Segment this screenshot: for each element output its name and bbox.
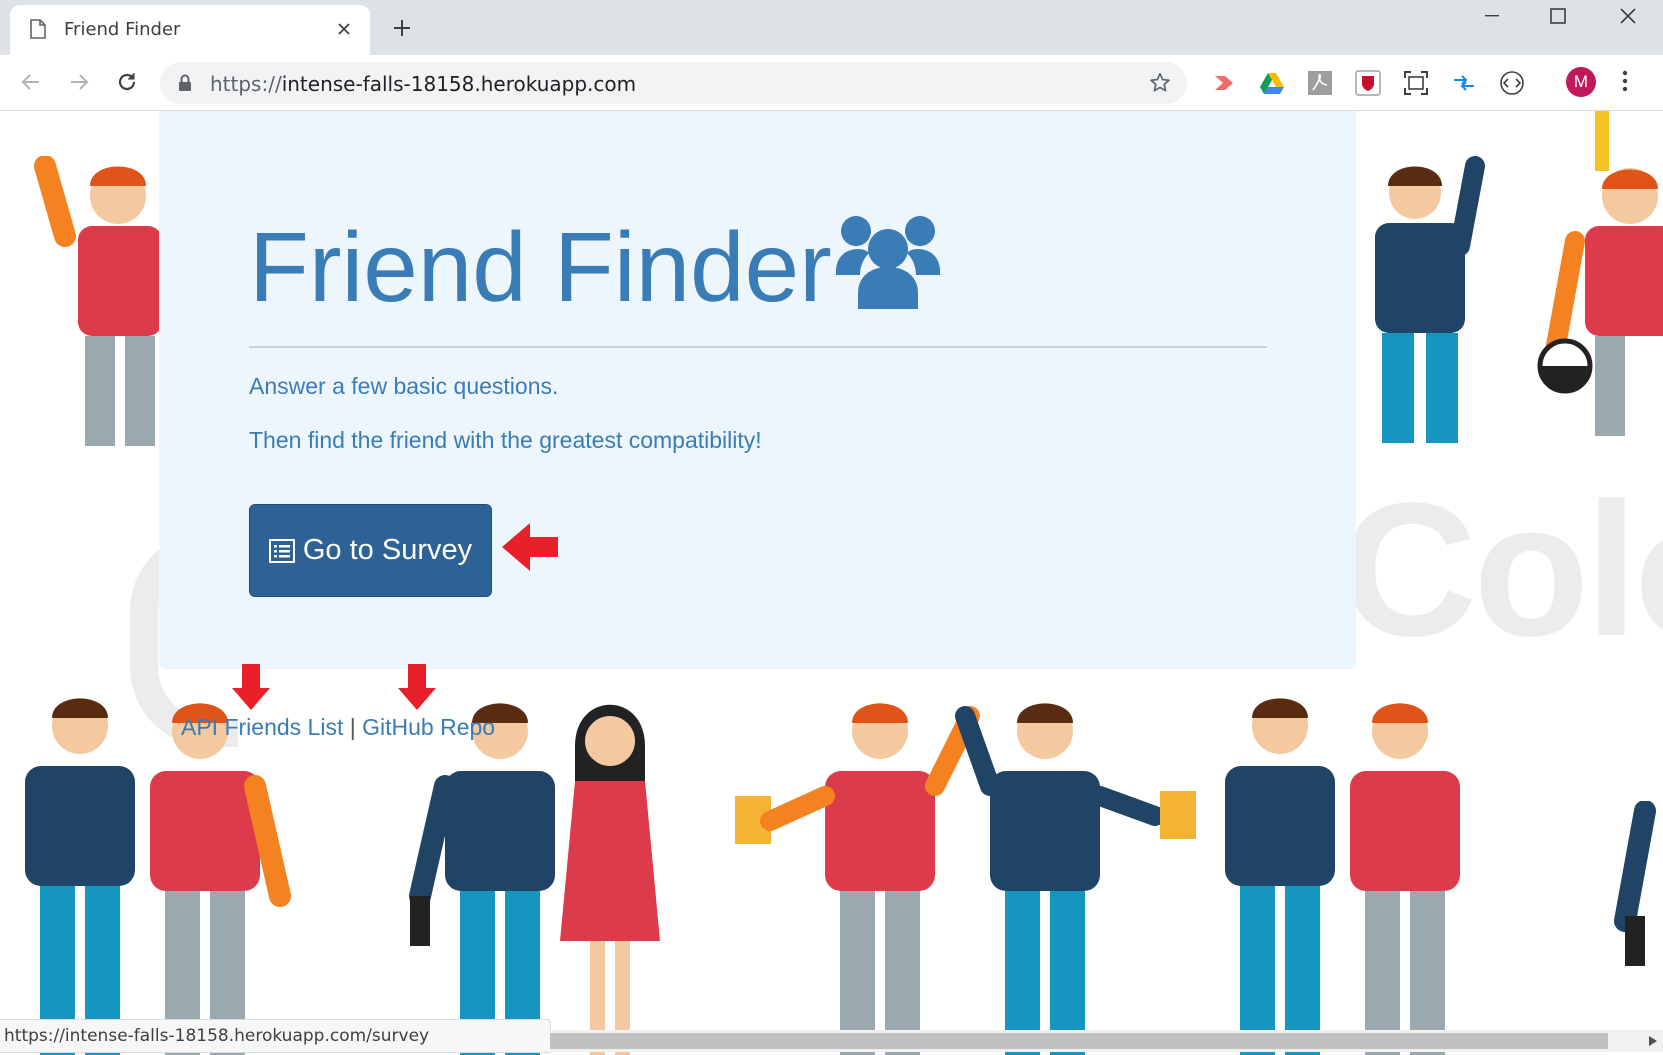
more-options-icon[interactable] (1622, 69, 1628, 93)
scroll-right-icon[interactable] (1649, 1036, 1657, 1046)
person-illustration (34, 156, 162, 446)
status-bar: https://intense-falls-18158.herokuapp.co… (0, 1019, 551, 1053)
tab-title: Friend Finder (64, 19, 181, 40)
person-illustration (409, 703, 660, 1055)
down-arrow-annotation-icon (232, 664, 270, 710)
screenshot-icon[interactable] (1403, 70, 1429, 96)
api-friends-list-link[interactable]: API Friends List (181, 714, 343, 740)
left-arrow-annotation-icon (502, 523, 558, 571)
lead-text-1: Answer a few basic questions. (249, 373, 559, 399)
lock-icon[interactable] (178, 74, 192, 92)
back-icon[interactable] (19, 70, 43, 94)
url-text[interactable]: https://intense-falls-18158.herokuapp.co… (210, 72, 636, 96)
forward-icon[interactable] (67, 70, 91, 94)
link-separator: | (349, 714, 356, 740)
bookmark-star-icon[interactable] (1149, 72, 1171, 94)
person-illustration (1614, 801, 1656, 966)
footer-links: API Friends List | GitHub Repo (181, 714, 495, 741)
sync-arrows-icon[interactable] (1451, 70, 1477, 96)
person-illustration (25, 698, 291, 1055)
person-illustration (1225, 698, 1460, 1055)
users-icon (836, 216, 940, 309)
maximize-icon (1550, 8, 1566, 24)
reload-icon[interactable] (115, 70, 139, 94)
divider (249, 346, 1267, 348)
code-brackets-icon[interactable] (1499, 70, 1525, 96)
jumbotron: Friend Finder Answer a few basic questio… (159, 111, 1356, 669)
maximize-button[interactable] (1528, 0, 1588, 32)
go-to-survey-button[interactable]: Go to Survey (249, 504, 492, 597)
mcafee-icon[interactable] (1355, 70, 1381, 96)
address-bar[interactable]: https://intense-falls-18158.herokuapp.co… (160, 62, 1187, 104)
close-tab-icon[interactable] (337, 22, 351, 36)
page-title: Friend Finder (249, 212, 832, 322)
browser-tab[interactable]: Friend Finder (10, 5, 370, 55)
page-viewport: Colo (0, 111, 1663, 1055)
person-illustration (1375, 156, 1485, 443)
list-icon (268, 538, 295, 563)
lead-text-2: Then find the friend with the greatest c… (249, 427, 762, 453)
down-arrow-annotation-icon (398, 664, 436, 710)
minimize-icon (1485, 15, 1499, 17)
new-tab-icon[interactable] (392, 18, 412, 38)
minimize-button[interactable] (1462, 0, 1522, 32)
person-illustration (1537, 111, 1663, 436)
profile-avatar[interactable]: M (1566, 67, 1596, 97)
go-to-survey-label: Go to Survey (302, 534, 473, 566)
github-repo-link[interactable]: GitHub Repo (362, 714, 495, 740)
google-drive-icon[interactable] (1259, 70, 1285, 96)
browser-toolbar: https://intense-falls-18158.herokuapp.co… (0, 55, 1663, 111)
video-extension-icon[interactable] (1211, 70, 1237, 96)
pdf-icon[interactable] (1307, 70, 1333, 96)
scrollbar-thumb[interactable] (550, 1033, 1608, 1049)
close-window-button[interactable] (1598, 0, 1658, 32)
tab-strip: Friend Finder (0, 0, 1663, 55)
status-url: https://intense-falls-18158.herokuapp.co… (4, 1026, 430, 1046)
document-icon (30, 19, 46, 39)
background-word: Colo (1340, 464, 1663, 676)
person-illustration (735, 703, 1196, 1055)
close-window-icon (1620, 8, 1636, 24)
horizontal-scrollbar[interactable] (550, 1030, 1663, 1052)
